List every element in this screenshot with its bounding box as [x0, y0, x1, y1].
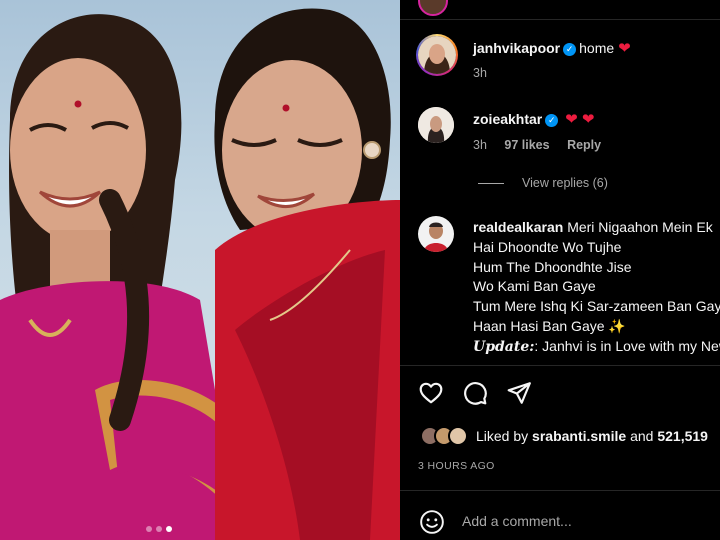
carousel-dot[interactable] [156, 526, 162, 532]
add-comment-bar [400, 503, 720, 540]
likes-summary: Liked by srabanti.smile and 521,519 [420, 426, 708, 446]
comment-line: realdealkaran Meri Nigaahon Mein Ek [473, 218, 720, 238]
view-replies-button[interactable]: View replies (6) [478, 176, 608, 190]
liker-avatar[interactable] [448, 426, 468, 446]
heart-icon[interactable] [418, 380, 444, 406]
comment-body-realdealkaran: realdealkaran Meri Nigaahon Mein Ek Hai … [473, 218, 720, 358]
post-actions [418, 380, 532, 406]
post-time-ago[interactable]: 3 HOURS AGO [418, 460, 495, 472]
reply-button[interactable]: Reply [567, 138, 601, 152]
likes-prefix: Liked by [476, 428, 529, 444]
update-label: Update: [473, 338, 535, 355]
view-replies-label: View replies (6) [522, 176, 608, 190]
comment-line: Tum Mere Ishq Ki Sar-zameen Ban Gaye [473, 298, 720, 315]
caption-meta: 3h [473, 66, 501, 80]
verified-badge-icon: ✓ [563, 43, 577, 56]
comment-username[interactable]: realdealkaran [473, 219, 563, 235]
carousel-dot[interactable] [146, 526, 152, 532]
emoji-icon[interactable] [419, 509, 445, 535]
comment-line-text: Meri Nigaahon Mein Ek [567, 219, 713, 235]
view-replies-line [478, 182, 504, 184]
caption-username[interactable]: janhvikapoor [473, 40, 560, 56]
post-header [400, 0, 720, 20]
divider [400, 490, 720, 491]
likes-connector: and [630, 428, 654, 444]
comment-line: Hai Dhoondte Wo Tujhe [473, 238, 622, 255]
realdealkaran-avatar[interactable] [418, 216, 454, 252]
divider [400, 365, 720, 366]
comment-username[interactable]: zoieakhtar [473, 111, 542, 127]
comment-heart-emoji: ❤ ❤ [565, 111, 595, 128]
comment-line: Hum The Dhoondhte Jise [473, 258, 632, 275]
comment-line: Haan Hasi Ban Gaye ✨ [473, 317, 626, 334]
carousel-dot-active[interactable] [166, 526, 172, 532]
caption-text: home [579, 40, 615, 56]
liker-avatars [420, 426, 468, 446]
add-comment-input[interactable] [462, 509, 702, 533]
likes-count[interactable]: 521,519 [657, 428, 708, 444]
verified-badge-icon: ✓ [545, 114, 559, 127]
caption-heart-emoji: ❤ [618, 40, 631, 57]
likes-text: Liked by srabanti.smile and 521,519 [476, 428, 708, 444]
comment-time[interactable]: 3h [473, 138, 487, 152]
photo-illustration [0, 8, 400, 540]
comment-likes[interactable]: 97 likes [504, 138, 549, 152]
caption-comment-row: janhvikapoor ✓ home ❤ [473, 39, 631, 57]
comment-icon[interactable] [462, 380, 488, 406]
comment-line: Wo Kami Ban Gaye [473, 278, 596, 295]
janhvikapoor-avatar[interactable] [416, 34, 458, 76]
zoieakhtar-avatar[interactable] [418, 107, 454, 143]
comment-meta: 3h 97 likes Reply [473, 138, 615, 152]
liker-username[interactable]: srabanti.smile [532, 428, 626, 444]
comment-row-zoieakhtar: zoieakhtar ✓ ❤ ❤ [473, 110, 594, 128]
header-avatar[interactable] [418, 0, 448, 16]
carousel-dots [146, 526, 172, 532]
post-photo[interactable] [0, 0, 400, 540]
comment-line: Update:: Janhvi is in Love with my New [473, 337, 720, 358]
caption-time[interactable]: 3h [473, 66, 487, 80]
post-side-panel: janhvikapoor ✓ home ❤ 3h zoieakhtar ✓ ❤ ❤ 3… [400, 0, 720, 540]
update-text: : Janhvi is in Love with my New [534, 337, 720, 354]
share-icon[interactable] [506, 380, 532, 406]
